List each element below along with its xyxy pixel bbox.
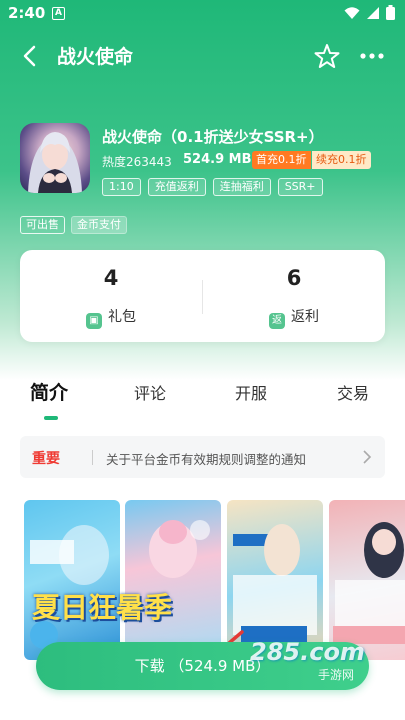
gift-count: 4 <box>103 266 119 290</box>
game-size: 524.9 MB <box>183 152 252 167</box>
signal-icon <box>367 6 379 19</box>
status-icons <box>344 5 395 20</box>
game-tag: 连抽福利 <box>212 178 271 196</box>
rebate-icon: 返 <box>269 313 285 329</box>
battery-icon <box>386 5 395 20</box>
game-tag: 1:10 <box>102 178 141 196</box>
screenshot-4[interactable] <box>329 500 405 660</box>
game-tag: 充值返利 <box>147 178 206 196</box>
sellable-tag: 可出售 <box>20 216 65 234</box>
status-time: 2:40 <box>8 4 46 22</box>
watermark-sub: 手游网 <box>318 668 355 682</box>
content-tabs: 简介 评论 开服 交易 <box>0 372 405 422</box>
first-recharge-badge: 首充0.1折 <box>252 151 311 169</box>
star-icon[interactable] <box>313 42 341 70</box>
rebate-label-row: 返返利 <box>203 306 385 329</box>
tab-intro[interactable]: 简介 <box>30 378 68 405</box>
tab-servers[interactable]: 开服 <box>235 380 267 404</box>
watermark: 285.com <box>250 638 365 666</box>
download-label: 下载 <box>134 657 165 675</box>
status-bar: 2:40 A <box>0 0 405 28</box>
active-tab-indicator <box>44 416 58 420</box>
rebate-stat[interactable]: 6 返返利 <box>203 250 385 342</box>
more-icon[interactable] <box>358 42 386 70</box>
game-tag: SSR+ <box>277 178 323 196</box>
screenshot-4-art <box>333 522 405 644</box>
game-name: 战火使命（0.1折送少女SSR+） <box>102 128 324 146</box>
chevron-right-icon <box>363 450 372 464</box>
rebate-label: 返利 <box>291 309 319 325</box>
notice-text: 关于平台金币有效期规则调整的通知 <box>106 452 307 467</box>
back-arrow-icon[interactable] <box>18 42 44 70</box>
screenshot-1[interactable] <box>24 500 120 660</box>
gift-label-row: ▣ 礼包 <box>20 306 202 329</box>
tab-trade[interactable]: 交易 <box>337 380 369 404</box>
notification-icon: A <box>52 7 65 20</box>
notice-separator <box>92 450 93 465</box>
notice-tag: 重要 <box>32 451 60 467</box>
game-tags: 1:10 充值返利 连抽福利 SSR+ <box>102 178 323 196</box>
continue-recharge-badge: 续充0.1折 <box>312 151 371 169</box>
gift-icon: ▣ <box>86 313 102 329</box>
wifi-icon <box>344 6 360 19</box>
screenshot-1-art <box>30 525 109 649</box>
rebate-count: 6 <box>286 266 302 290</box>
gift-stat[interactable]: 4 ▣ 礼包 <box>20 250 202 342</box>
gift-label: 礼包 <box>108 309 136 325</box>
top-nav: 战火使命 <box>0 36 405 76</box>
game-heat: 热度263443 <box>102 155 172 169</box>
game-icon <box>20 123 90 193</box>
trade-tags: 可出售 金币支付 <box>20 216 127 234</box>
game-icon-artwork <box>28 132 82 193</box>
coin-pay-tag: 金币支付 <box>71 216 127 234</box>
page-title: 战火使命 <box>57 46 134 68</box>
stats-card: 4 ▣ 礼包 6 返返利 <box>20 250 385 342</box>
tab-comments[interactable]: 评论 <box>134 380 166 404</box>
notice-bar[interactable]: 重要 关于平台金币有效期规则调整的通知 <box>20 436 385 478</box>
